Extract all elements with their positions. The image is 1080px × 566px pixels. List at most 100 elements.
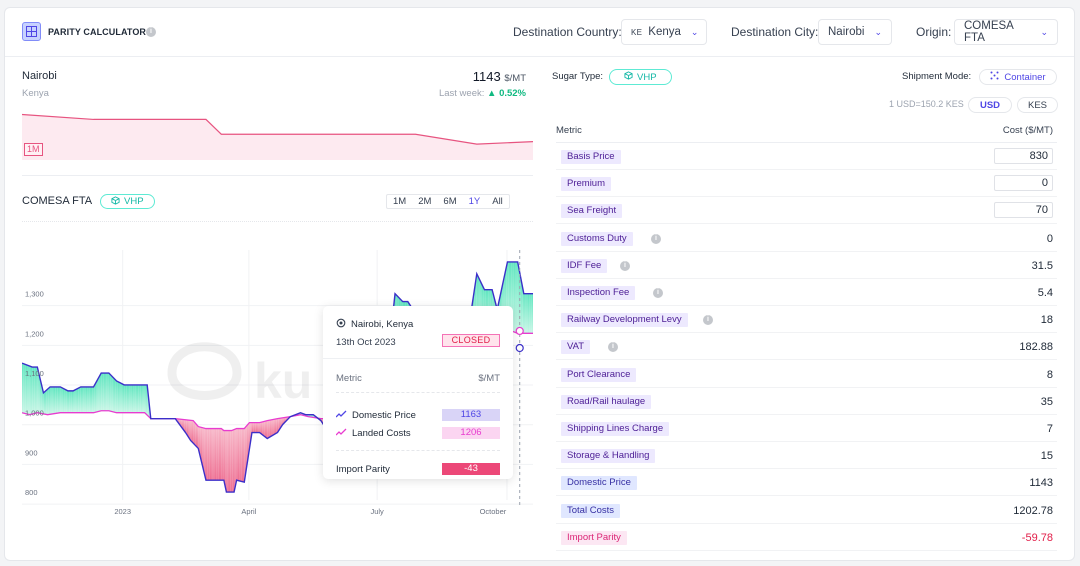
parity-fill-positive [138,384,140,413]
range-button-all[interactable]: All [486,195,509,208]
parity-fill-negative [251,422,254,433]
parity-fill-negative [243,428,245,483]
parity-fill-negative [258,422,260,433]
cost-metric-label: Domestic Price [561,476,637,491]
x-tick-label: 2023 [114,507,131,516]
cost-row: Domestic Price 1143 [556,469,1057,497]
tooltip-location: Nairobi, Kenya [336,318,413,331]
cost-row: VAT i 182.88 [556,333,1057,361]
parity-fill-positive [82,386,84,413]
range-button-1m[interactable]: 1M [387,195,412,208]
parity-fill-negative [255,422,258,433]
info-icon[interactable]: i [651,233,661,244]
destination-country-select[interactable]: KE Kenya ⌄ [621,19,707,45]
cost-row: Total Costs 1202.78 [556,497,1057,524]
cost-input[interactable] [994,148,1053,164]
parity-fill-positive [62,388,65,413]
parity-fill-positive [78,387,80,413]
parity-fill-positive [87,386,89,413]
cost-metric-label: Port Clearance [561,367,637,382]
tooltip-row-value: 1163 [442,409,500,421]
parity-fill-positive [46,389,48,415]
origin-value: COMESA FTA [964,20,1014,44]
cost-input[interactable] [994,175,1053,192]
origin-select[interactable]: COMESA FTA ⌄ [954,19,1058,45]
parity-fill-negative [223,430,226,487]
divider [22,221,533,222]
cost-metric-label: Road/Rail haulage [561,394,652,409]
sugar-type-pill[interactable]: VHP [609,69,672,85]
sparkline-area [22,114,533,160]
parity-fill-positive [53,386,56,414]
parity-fill-negative [263,421,265,437]
shipment-mode-pill[interactable]: Container [979,69,1057,85]
parity-fill-positive [133,384,135,413]
calculator-icon [22,22,41,41]
cost-metric-label: Premium [561,177,612,192]
info-icon[interactable]: i [703,315,713,326]
y-tick-label: 1,300 [25,290,44,299]
currency-kes-button[interactable]: KES [1017,97,1058,113]
parity-fill-negative [190,420,192,442]
chart-sugar-pill: VHP [100,194,155,209]
parity-fill-positive [142,384,144,413]
destination-city-select[interactable]: Nairobi ⌄ [818,19,892,45]
parity-fill-negative [241,428,244,482]
cost-input[interactable] [994,202,1053,219]
parity-fill-positive [74,389,76,413]
tooltip-row-landed: Landed Costs 1206 [335,427,500,439]
tooltip-parity-value: -43 [442,463,500,475]
parity-fill-positive [69,390,71,413]
metric-column-header: Metric [556,125,582,136]
parity-fill-positive [44,390,47,415]
cost-metric-label: IDF Fee [561,258,608,273]
tooltip-parity-label: Import Parity [336,463,390,475]
parity-fill-positive [102,373,104,411]
watermark-logo: ku [167,342,312,409]
parity-fill-negative [227,430,229,493]
svg-text:ku: ku [254,353,312,409]
parity-fill-positive [111,375,113,412]
parity-fill-positive [110,374,112,412]
parity-fill-positive [122,384,125,413]
parity-fill-positive [84,386,86,413]
chevron-down-icon: ⌄ [874,26,882,37]
parity-fill-negative [218,428,221,481]
parity-fill-negative [236,428,238,481]
y-tick-label: 1,100 [25,369,44,378]
range-button-1y[interactable]: 1Y [463,195,487,208]
trend-up-icon: ▲ [487,88,497,99]
cost-table-header: Metric Cost ($/MT) [556,125,1057,136]
parity-fill-negative [234,429,236,493]
tooltip-unit-header: $/MT [478,373,500,384]
parity-fill-negative [209,428,212,481]
parity-fill-negative [235,428,237,487]
parity-fill-negative [194,422,196,446]
parity-fill-negative [189,420,191,441]
cost-value: 1143 [1029,477,1053,490]
info-icon[interactable]: i [653,288,663,298]
parity-fill-negative [214,428,217,481]
tooltip-row-parity: Import Parity -43 [336,463,500,475]
parity-fill-positive [140,384,143,413]
parity-fill-negative [216,428,218,481]
range-button-2m[interactable]: 2M [412,195,437,208]
location-pin-icon [336,318,346,331]
shipment-mode-value: Container [1004,71,1046,83]
tooltip-date: 13th Oct 2023 [336,337,396,348]
price-unit: $/MT [504,73,526,84]
parity-fill-positive [71,390,74,413]
parity-fill-positive [22,363,24,414]
parity-fill-negative [226,430,228,493]
info-icon[interactable]: i [620,260,630,271]
parity-fill-positive [126,384,129,413]
info-icon[interactable]: i [608,342,618,353]
domestic-line-icon [335,410,347,421]
currency-usd-button[interactable]: USD [968,97,1012,113]
tooltip-location-text: Nairobi, Kenya [351,319,414,330]
cost-row: Basis Price [556,143,1057,170]
parity-fill-negative [268,420,270,438]
country-name: Kenya [22,88,49,99]
info-icon[interactable]: i [146,27,156,37]
range-button-6m[interactable]: 6M [437,195,462,208]
